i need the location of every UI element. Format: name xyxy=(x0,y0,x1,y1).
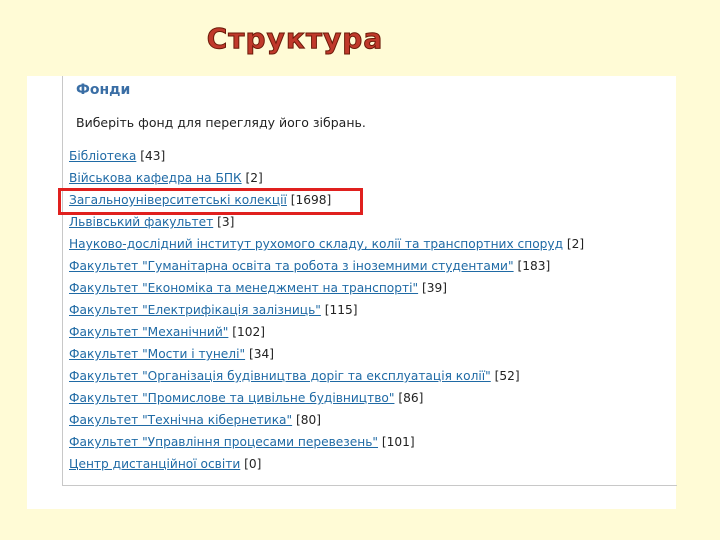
fund-count: [2] xyxy=(566,237,585,251)
fund-count: [43] xyxy=(140,149,166,163)
fund-count: [86] xyxy=(398,391,424,405)
fund-link[interactable]: Львівський факультет xyxy=(69,215,213,229)
fund-item: Факультет "Технічна кібернетика" [80] xyxy=(69,412,584,434)
fund-count: [101] xyxy=(381,435,415,449)
fund-item: Факультет "Мости і тунелі" [34] xyxy=(69,346,584,368)
fund-link[interactable]: Факультет "Механічний" xyxy=(69,325,228,339)
fund-link[interactable]: Науково-дослідний інститут рухомого скла… xyxy=(69,237,563,251)
funds-heading: Фонди xyxy=(76,82,131,98)
fund-count: [2] xyxy=(245,171,263,185)
fund-item: Факультет "Промислове та цивільне будівн… xyxy=(69,390,584,412)
fund-link[interactable]: Факультет "Економіка та менеджмент на тр… xyxy=(69,281,418,295)
fund-count: [183] xyxy=(517,259,551,273)
fund-link[interactable]: Факультет "Промислове та цивільне будівн… xyxy=(69,391,394,405)
fund-count: [102] xyxy=(232,325,266,339)
highlight-box xyxy=(58,188,363,215)
fund-count: [80] xyxy=(296,413,322,427)
fund-count: [34] xyxy=(248,347,274,361)
fund-link[interactable]: Військова кафедра на БПК xyxy=(69,171,242,185)
fund-item: Факультет "Гуманітарна освіта та робота … xyxy=(69,258,584,280)
fund-link[interactable]: Факультет "Технічна кібернетика" xyxy=(69,413,292,427)
fund-item: Факультет "Електрифікація залізниць" [11… xyxy=(69,302,584,324)
fund-count: [115] xyxy=(324,303,358,317)
fund-item: Факультет "Механічний" [102] xyxy=(69,324,584,346)
slide-title: Структура xyxy=(206,22,384,56)
fund-link[interactable]: Факультет "Організація будівництва доріг… xyxy=(69,369,491,383)
fund-count: [3] xyxy=(217,215,235,229)
fund-item: Центр дистанційної освіти [0] xyxy=(69,456,584,478)
fund-count: [0] xyxy=(244,457,262,471)
fund-item: Бібліотека [43] xyxy=(69,148,584,170)
fund-link[interactable]: Факультет "Управління процесами перевезе… xyxy=(69,435,378,449)
fund-count: [52] xyxy=(494,369,520,383)
fund-item: Науково-дослідний інститут рухомого скла… xyxy=(69,236,584,258)
fund-link[interactable]: Факультет "Електрифікація залізниць" xyxy=(69,303,321,317)
fund-item: Факультет "Управління процесами перевезе… xyxy=(69,434,584,456)
funds-prompt: Виберіть фонд для перегляду його зібрань… xyxy=(76,115,366,130)
fund-link[interactable]: Центр дистанційної освіти xyxy=(69,457,240,471)
fund-item: Факультет "Організація будівництва доріг… xyxy=(69,368,584,390)
fund-count: [39] xyxy=(421,281,447,295)
fund-item: Факультет "Економіка та менеджмент на тр… xyxy=(69,280,584,302)
funds-content: Фонди Виберіть фонд для перегляду його з… xyxy=(62,76,677,486)
funds-panel: Фонди Виберіть фонд для перегляду його з… xyxy=(27,76,677,509)
fund-link[interactable]: Факультет "Мости і тунелі" xyxy=(69,347,245,361)
fund-link[interactable]: Факультет "Гуманітарна освіта та робота … xyxy=(69,259,514,273)
fund-link[interactable]: Бібліотека xyxy=(69,149,136,163)
fund-item: Львівський факультет [3] xyxy=(69,214,584,236)
